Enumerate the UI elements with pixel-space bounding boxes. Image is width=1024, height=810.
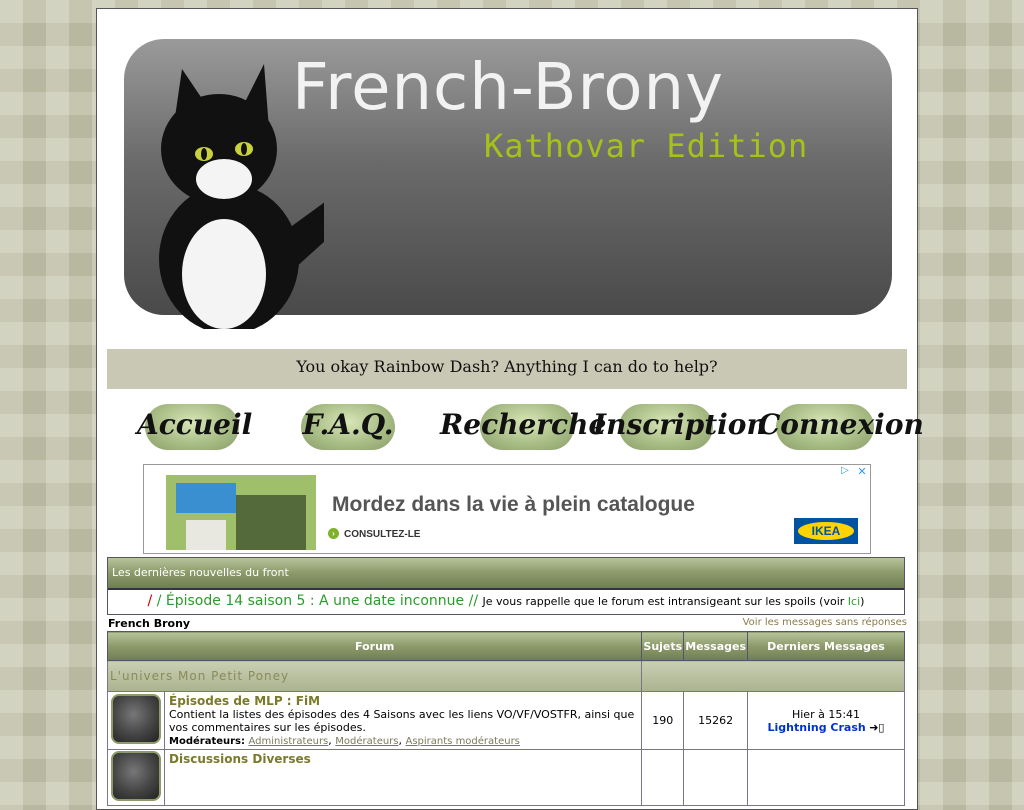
ad-headline: Mordez dans la vie à plein catalogue (332, 493, 695, 516)
moderators-label: Modérateurs: (169, 736, 246, 747)
category-row[interactable]: L'univers Mon Petit Poney (106, 660, 905, 692)
messages-count: 15262 (683, 691, 748, 750)
moderator-link[interactable]: Aspirants modérateurs (406, 736, 520, 747)
table-row: Épisodes de MLP : FiM Contient la listes… (107, 691, 905, 750)
forum-status-icon (111, 751, 161, 801)
forum-info-cell: Épisodes de MLP : FiM Contient la listes… (163, 691, 643, 750)
forum-icon-cell (107, 749, 165, 806)
last-post-user-link[interactable]: Lightning Crash (768, 721, 866, 734)
forum-title-link[interactable]: Épisodes de MLP : FiM (169, 694, 320, 708)
close-icon[interactable]: ✕ (855, 465, 869, 479)
ad-photo-image (166, 475, 316, 550)
col-last-header: Derniers Messages (747, 631, 905, 661)
last-post-time: Hier à 15:41 (791, 707, 861, 721)
forum-info-cell: Discussions Diverses (163, 749, 643, 806)
ad-cta-link[interactable]: › CONSULTEZ-LE (328, 528, 421, 540)
ikea-logo: IKEA (794, 518, 858, 544)
nav-login-label: Connexion (758, 408, 924, 441)
quote-bar: You okay Rainbow Dash? Anything I can do… (107, 349, 907, 389)
play-arrow-icon: › (328, 528, 339, 539)
forum-icon-cell (107, 691, 165, 750)
news-rules-link[interactable]: Ici (848, 595, 860, 608)
news-message-pre: Je vous rappelle que le forum est intran… (482, 595, 848, 608)
forum-status-icon (111, 694, 161, 744)
site-subtitle: Kathovar Edition (484, 127, 809, 165)
table-header-row: Forum Sujets Messages Derniers Messages (106, 631, 905, 661)
nav-home-label: Accueil (137, 408, 253, 441)
ad-choices-icon[interactable]: ▷ (838, 465, 852, 479)
nav-login-button[interactable]: Connexion (758, 404, 924, 452)
go-to-post-icon[interactable]: ➜▯ (869, 721, 884, 734)
advertisement-banner[interactable]: Mordez dans la vie à plein catalogue › C… (143, 464, 871, 554)
page-container: French-Brony Kathovar Edition You okay R… (96, 8, 924, 810)
topics-count (641, 749, 685, 806)
forum-title-link[interactable]: Discussions Diverses (169, 752, 311, 766)
news-body: / / Épisode 14 saison 5 : A une date inc… (108, 590, 904, 613)
last-post-cell: Hier à 15:41 Lightning Crash ➜▯ (747, 691, 905, 750)
news-box: Les dernières nouvelles du front / / Épi… (107, 557, 905, 615)
nav-search-button[interactable]: Recherche (440, 404, 606, 452)
forum-description: Contient la listes des épisodes des 4 Sa… (169, 708, 635, 734)
category-filler (641, 660, 905, 692)
forum-table: Forum Sujets Messages Derniers Messages … (106, 631, 905, 806)
messages-count (683, 749, 748, 806)
col-messages-header: Messages (683, 631, 748, 661)
moderator-link[interactable]: Modérateurs (335, 736, 398, 747)
moderator-link[interactable]: Administrateurs (249, 736, 329, 747)
col-topics-header: Sujets (641, 631, 685, 661)
table-row: Discussions Diverses (107, 749, 905, 806)
news-message-post: ) (860, 595, 865, 608)
nav-register-label: Inscription (593, 408, 767, 441)
nav-home-button[interactable]: Accueil (137, 404, 252, 452)
ikea-logo-text: IKEA (798, 522, 854, 540)
news-header: Les dernières nouvelles du front (108, 558, 904, 590)
nav-register-button[interactable]: Inscription (593, 404, 767, 452)
site-title: French-Brony (292, 51, 724, 125)
site-banner[interactable]: French-Brony Kathovar Edition (124, 39, 892, 329)
last-post-cell (747, 749, 905, 806)
news-ticker: / Épisode 14 saison 5 : A une date incon… (152, 593, 483, 609)
nav-search-label: Recherche (440, 408, 607, 441)
unanswered-link[interactable]: Voir les messages sans réponses (743, 617, 907, 628)
ad-cta-label: CONSULTEZ-LE (344, 529, 421, 540)
nav-faq-button[interactable]: F.A.Q. (293, 404, 403, 452)
category-title[interactable]: L'univers Mon Petit Poney (106, 660, 643, 692)
col-forum-header: Forum (106, 631, 643, 661)
forum-name: French Brony (108, 617, 191, 630)
topics-count: 190 (641, 691, 685, 750)
nav-faq-label: F.A.Q. (302, 408, 394, 441)
